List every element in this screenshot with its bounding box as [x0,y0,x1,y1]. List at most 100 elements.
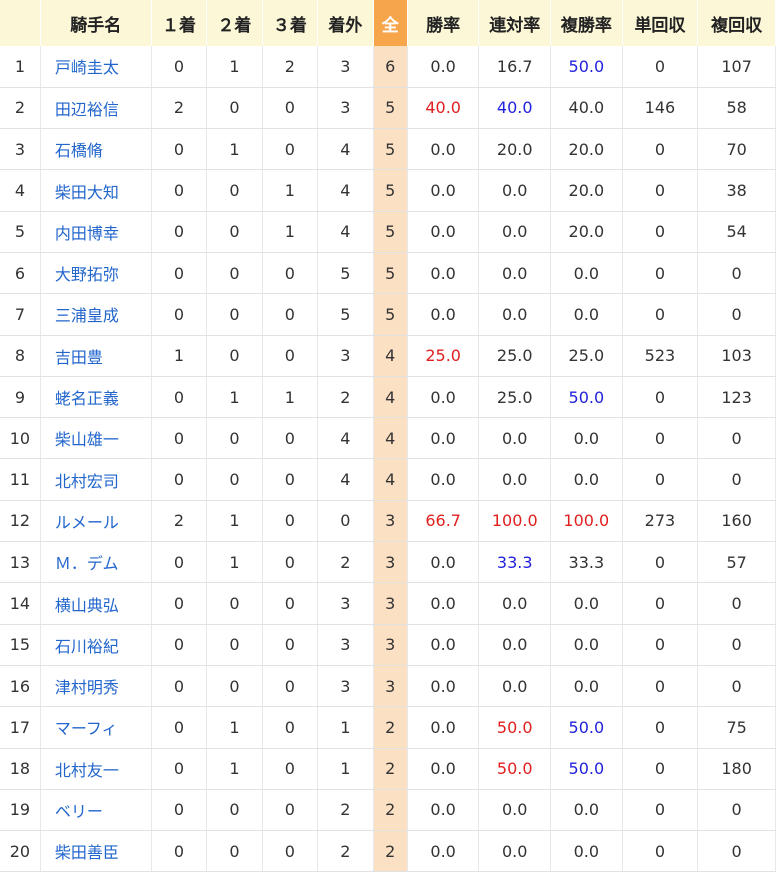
unplaced-count: 2 [317,789,374,832]
third-count: 0 [262,458,319,501]
jockey-name-link[interactable]: マーフィ [55,719,118,738]
quinella-rate: 0.0 [478,458,552,501]
jockey-stats-table: 騎手名 １着 ２着 ３着 着外 全 勝率 連対率 複勝率 単回収 複回収 1 戸崎… [0,0,776,873]
total-count: 3 [373,582,408,625]
unplaced-count: 2 [317,830,374,873]
second-count: 0 [206,665,263,708]
jockey-name-link[interactable]: 大野拓弥 [55,265,119,284]
header-first[interactable]: １着 [151,0,208,46]
header-quinella-rate[interactable]: 連対率 [478,0,552,46]
jockey-name-link[interactable]: 横山典弘 [55,596,119,615]
win-return: 0 [622,789,699,832]
first-count: 0 [151,169,208,212]
total-count: 5 [373,87,408,130]
total-count: 3 [373,624,408,666]
unplaced-count: 4 [317,169,374,212]
second-count: 0 [206,624,263,666]
total-count: 2 [373,706,408,749]
jockey-name-link[interactable]: ベリー [55,802,103,821]
second-count: 0 [206,417,263,460]
quinella-rate: 0.0 [478,582,552,625]
quinella-rate: 0.0 [478,665,552,708]
header-second[interactable]: ２着 [206,0,263,46]
jockey-name-link[interactable]: 田辺裕信 [55,100,119,119]
win-return: 0 [622,211,699,253]
jockey-name-cell: 吉田豊 [40,335,152,377]
total-count: 4 [373,417,408,460]
win-rate: 25.0 [407,335,480,377]
jockey-name-cell: 蛯名正義 [40,376,152,419]
win-return: 0 [622,252,699,295]
header-place-rate[interactable]: 複勝率 [550,0,623,46]
rank-cell: 9 [0,376,41,419]
header-total[interactable]: 全 [373,0,408,46]
unplaced-count: 1 [317,706,374,749]
jockey-name-link[interactable]: 柴田大知 [55,183,119,202]
jockey-name-link[interactable]: 津村明秀 [55,678,119,697]
unplaced-count: 3 [317,665,374,708]
rank-cell: 13 [0,541,41,584]
second-count: 0 [206,830,263,873]
win-rate: 0.0 [407,748,480,790]
header-win-return[interactable]: 単回収 [622,0,699,46]
quinella-rate: 100.0 [478,500,552,543]
table-body: 1 戸崎圭太 0 1 2 3 6 0.0 16.7 50.0 0 107 2 田辺裕信 2 0 0 3 5 40.0 4… [0,46,776,873]
jockey-name-link[interactable]: 北村友一 [55,761,119,780]
jockey-name-cell: 大野拓弥 [40,252,152,295]
header-place-return[interactable]: 複回収 [697,0,776,46]
quinella-rate: 0.0 [478,293,552,336]
place-return: 0 [697,458,776,501]
win-return: 0 [622,748,699,790]
place-rate: 20.0 [550,211,623,253]
second-count: 0 [206,87,263,130]
jockey-name-link[interactable]: 吉田豊 [55,348,103,367]
quinella-rate: 40.0 [478,87,552,130]
table-row: 16 津村明秀 0 0 0 3 3 0.0 0.0 0.0 0 0 [0,665,776,708]
total-count: 4 [373,376,408,419]
header-jockey-name[interactable]: 騎手名 [40,0,152,46]
place-return: 103 [697,335,776,377]
header-win-rate[interactable]: 勝率 [407,0,480,46]
quinella-rate: 20.0 [478,128,552,171]
jockey-name-link[interactable]: 戸崎圭太 [55,58,119,77]
third-count: 0 [262,87,319,130]
jockey-name-link[interactable]: Ｍ．デム [55,554,119,573]
second-count: 0 [206,169,263,212]
first-count: 0 [151,541,208,584]
jockey-name-link[interactable]: ルメール [55,513,119,532]
win-rate: 0.0 [407,293,480,336]
second-count: 0 [206,252,263,295]
win-rate: 0.0 [407,830,480,873]
win-return: 0 [622,417,699,460]
jockey-name-link[interactable]: 柴山雄一 [55,430,119,449]
place-return: 0 [697,417,776,460]
header-third[interactable]: ３着 [262,0,319,46]
second-count: 0 [206,293,263,336]
quinella-rate: 16.7 [478,46,552,88]
header-row: 騎手名 １着 ２着 ３着 着外 全 勝率 連対率 複勝率 単回収 複回収 [0,0,776,46]
header-unplaced[interactable]: 着外 [317,0,374,46]
win-rate: 0.0 [407,582,480,625]
place-return: 0 [697,252,776,295]
total-count: 3 [373,500,408,543]
jockey-name-link[interactable]: 柴田善臣 [55,843,119,862]
jockey-name-link[interactable]: 北村宏司 [55,472,119,491]
jockey-name-link[interactable]: 蛯名正義 [55,389,119,408]
win-rate: 0.0 [407,169,480,212]
second-count: 0 [206,335,263,377]
table-header: 騎手名 １着 ２着 ３着 着外 全 勝率 連対率 複勝率 単回収 複回収 [0,0,776,46]
jockey-name-cell: 戸崎圭太 [40,46,152,88]
win-return: 0 [622,541,699,584]
jockey-name-link[interactable]: 石橋脩 [55,141,103,160]
jockey-name-link[interactable]: 内田博幸 [55,224,119,243]
jockey-name-link[interactable]: 石川裕紀 [55,637,119,656]
first-count: 0 [151,748,208,790]
total-count: 2 [373,830,408,873]
first-count: 0 [151,128,208,171]
jockey-name-cell: 柴田善臣 [40,830,152,873]
rank-cell: 4 [0,169,41,212]
unplaced-count: 3 [317,624,374,666]
jockey-name-link[interactable]: 三浦皇成 [55,306,119,325]
total-count: 3 [373,665,408,708]
unplaced-count: 3 [317,87,374,130]
